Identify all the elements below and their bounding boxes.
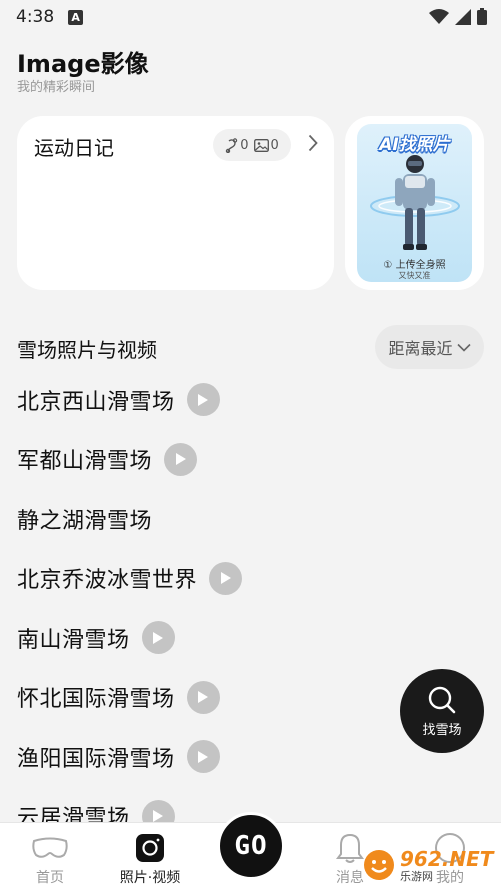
diary-title: 运动日记 <box>34 136 114 160</box>
wifi-icon <box>429 8 449 24</box>
search-icon <box>428 686 456 713</box>
watermark-sub: 乐游网 <box>400 869 433 883</box>
goggles-icon <box>32 837 68 858</box>
smiley-logo-icon <box>364 850 394 880</box>
photo-icon <box>253 138 269 152</box>
chevron-down-icon <box>456 343 471 352</box>
tab-label: 首页 <box>36 870 64 886</box>
status-bar: 4:38 A <box>0 0 501 34</box>
play-icon[interactable] <box>186 680 220 714</box>
find-resort-button[interactable]: 找雪场 <box>400 669 484 753</box>
track-icon <box>226 137 238 153</box>
skier-figure-illustration <box>370 155 460 250</box>
diary-stats-badge: 0 0 <box>213 129 291 161</box>
resort-name: 渔阳国际滑雪场 <box>17 746 175 772</box>
chevron-right-icon[interactable] <box>308 134 318 152</box>
list-item[interactable]: 北京乔波冰雪世界 <box>17 549 417 609</box>
play-icon[interactable] <box>141 621 175 655</box>
play-icon[interactable] <box>186 740 220 774</box>
play-icon[interactable] <box>164 442 198 476</box>
ai-find-photo-card[interactable]: AI找照片 ① 上传全身照 又快又准 <box>345 116 484 290</box>
play-icon[interactable] <box>186 383 220 417</box>
watermark-brand: 962.NET <box>400 846 494 871</box>
resort-name: 北京西山滑雪场 <box>17 389 175 415</box>
resort-name: 军都山滑雪场 <box>17 449 153 475</box>
signal-icon <box>455 8 471 25</box>
ai-upload-label: ① 上传全身照 <box>383 260 446 271</box>
list-item[interactable]: 北京西山滑雪场 <box>17 370 417 430</box>
sort-label: 距离最近 <box>388 339 453 358</box>
page-subtitle: 我的精彩瞬间 <box>17 80 96 95</box>
find-resort-label: 找雪场 <box>422 722 462 738</box>
resort-name: 南山滑雪场 <box>17 627 130 653</box>
tracks-count: 0 <box>240 137 249 153</box>
notification-a-icon: A <box>68 9 84 25</box>
resort-name: 怀北国际滑雪场 <box>17 687 175 713</box>
tab-photos-videos[interactable]: 照片·视频 <box>110 823 190 892</box>
ai-card-banner: AI找照片 ① 上传全身照 又快又准 <box>357 124 472 282</box>
list-item[interactable]: 怀北国际滑雪场 <box>17 668 417 728</box>
list-item[interactable]: 静之湖滑雪场 <box>17 489 417 549</box>
battery-icon <box>477 8 487 25</box>
list-item[interactable]: 军都山滑雪场 <box>17 430 417 490</box>
play-icon[interactable] <box>209 561 243 595</box>
camera-icon <box>136 834 164 862</box>
resort-list: 北京西山滑雪场 军都山滑雪场 静之湖滑雪场 北京乔波冰雪世界 南山滑雪场 怀北国… <box>17 370 417 846</box>
watermark: 962.NET 乐游网 <box>362 840 498 890</box>
go-button[interactable]: GO <box>217 812 285 880</box>
ai-tagline: 又快又准 <box>398 271 431 280</box>
status-time: 4:38 <box>16 7 55 27</box>
list-item[interactable]: 南山滑雪场 <box>17 608 417 668</box>
photos-count: 0 <box>270 137 279 153</box>
resort-name: 静之湖滑雪场 <box>17 508 153 534</box>
tab-label: 照片·视频 <box>119 870 181 886</box>
resort-name: 北京乔波冰雪世界 <box>17 568 198 594</box>
bell-icon <box>336 833 364 863</box>
section-title: 雪场照片与视频 <box>17 338 157 362</box>
status-indicators <box>429 8 487 25</box>
list-item[interactable]: 渔阳国际滑雪场 <box>17 727 417 787</box>
sort-dropdown[interactable]: 距离最近 <box>375 325 484 369</box>
sport-diary-card[interactable]: 运动日记 0 0 <box>17 116 334 290</box>
tab-label: 消息 <box>336 870 364 886</box>
page-title: Image影像 <box>17 50 149 78</box>
tab-home[interactable]: 首页 <box>10 823 90 892</box>
